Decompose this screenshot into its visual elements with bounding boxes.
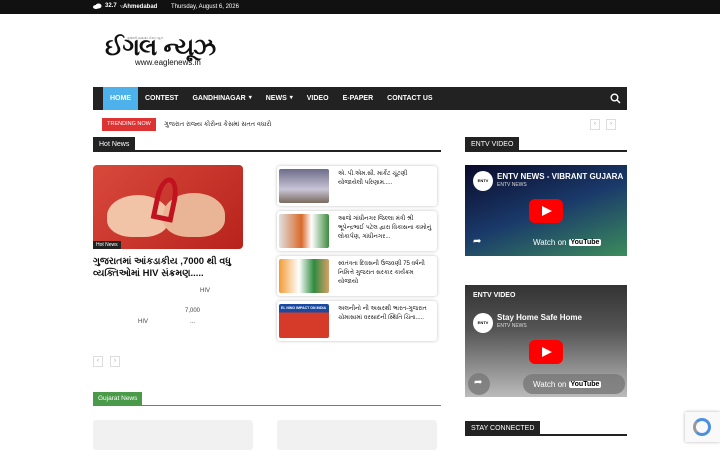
news-card[interactable]: EL NINO IMPACT ON INDIA અલનીનો ની અસરથી … bbox=[277, 301, 437, 341]
stay-connected-header: STAY CONNECTED bbox=[465, 421, 627, 436]
section-underline bbox=[93, 405, 441, 406]
video-channel: ENTV NEWS bbox=[497, 182, 527, 188]
nav-item-label: NEWS bbox=[265, 95, 287, 102]
hot-news-image[interactable] bbox=[93, 165, 243, 249]
news-card-title: સ્વતંત્રતા દિવસની ઉજવણી 75 વર્ષની નિમિત્… bbox=[338, 261, 425, 285]
nav-item-label: GANDHINAGAR bbox=[192, 95, 246, 102]
hot-news-header: Hot News bbox=[93, 137, 441, 152]
news-card[interactable]: એ. પી.એમ.સી. માર્કેટ ચૂંટણી યોજાયેલી પરિ… bbox=[277, 166, 437, 206]
weather-city: Ahmedabad bbox=[123, 4, 158, 10]
hot-news-excerpt: 7,000 bbox=[185, 308, 201, 314]
hot-news-next-button[interactable]: › bbox=[110, 356, 120, 367]
watch-on-label: Watch on bbox=[533, 380, 567, 389]
video-title: Stay Home Safe Home bbox=[497, 313, 582, 322]
trending-prev-button[interactable]: ‹ bbox=[590, 119, 600, 130]
article-placeholder bbox=[93, 420, 253, 450]
share-icon[interactable]: ➦ bbox=[473, 236, 487, 250]
youtube-logo-icon: YouTube bbox=[568, 381, 602, 388]
news-thumbnail bbox=[279, 214, 329, 248]
watch-on-youtube[interactable]: Watch on YouTube bbox=[533, 380, 602, 389]
channel-avatar: ENTV bbox=[473, 313, 493, 333]
nav-item-gandhinagar[interactable]: GANDHINAGAR ▾ bbox=[185, 87, 258, 110]
news-card-title: આજે ગાંધીનગર જિલ્લા મંત્રી શ્રી ભૂપેન્દ્… bbox=[338, 216, 432, 240]
watch-on-youtube[interactable]: Watch on YouTube bbox=[533, 238, 602, 247]
news-card[interactable]: આજે ગાંધીનગર જિલ્લા મંત્રી શ્રી ભૂપેન્દ્… bbox=[277, 211, 437, 251]
play-button[interactable] bbox=[529, 340, 563, 364]
nav-item-epaper[interactable]: E-PAPER bbox=[336, 87, 381, 110]
trending-badge: TRENDING NOW bbox=[102, 118, 156, 131]
news-thumbnail bbox=[279, 259, 329, 293]
gujarat-news-header: Gujarat News bbox=[93, 392, 143, 405]
video-title: ENTV NEWS - VIBRANT GUJARA bbox=[497, 172, 624, 181]
section-underline bbox=[93, 150, 441, 152]
logo-tagline: ગુજરાતી સમાચાર ઈગલ ન્યૂઝ bbox=[127, 36, 164, 40]
site-logo[interactable]: ગુજરાતી સમાચાર ઈગલ ન્યૂઝ ઈગલ ન્યૂઝ www.e… bbox=[105, 35, 250, 72]
hot-news-excerpt: ... bbox=[190, 319, 196, 325]
trending-headline[interactable]: ગુજરાત રાજ્ય કોરોના કેસમાં સતત વધારો bbox=[164, 121, 271, 129]
nav-item-news[interactable]: NEWS ▾ bbox=[259, 87, 300, 110]
video-channel: ENTV NEWS bbox=[497, 323, 527, 329]
category-badge[interactable]: Hot News bbox=[93, 241, 121, 249]
news-card[interactable]: સ્વતંત્રતા દિવસની ઉજવણી 75 વર્ષની નિમિત્… bbox=[277, 256, 437, 296]
news-thumbnail: EL NINO IMPACT ON INDIA bbox=[279, 304, 329, 338]
hot-news-title[interactable]: ગુજરાતમાં આંકડાકીય ,7000 થી વધુ વ્યક્તિઓ… bbox=[93, 256, 243, 280]
section-underline bbox=[465, 150, 627, 152]
nav-item-video[interactable]: VIDEO bbox=[300, 87, 336, 110]
article-placeholder bbox=[277, 420, 437, 450]
cloud-icon bbox=[93, 3, 102, 9]
top-bar: 32.7 °C Ahmedabad Thursday, August 6, 202… bbox=[0, 0, 720, 14]
news-card-title: અલનીનો ની અસરથી ભારત-ગુજરાત ચોમાસામાં વર… bbox=[338, 306, 427, 321]
channel-avatar: ENTV bbox=[473, 171, 493, 191]
video-player-1[interactable]: ENTV ENTV NEWS - VIBRANT GUJARA ENTV NEW… bbox=[465, 165, 627, 256]
hot-news-excerpt: HIV bbox=[138, 319, 149, 325]
hot-news-excerpt: HIV bbox=[200, 288, 211, 294]
youtube-logo-icon: YouTube bbox=[568, 239, 602, 246]
hot-news-prev-button[interactable]: ‹ bbox=[93, 356, 103, 367]
search-icon[interactable] bbox=[610, 93, 621, 104]
nav-item-contact[interactable]: CONTACT US bbox=[380, 87, 439, 110]
watch-on-label: Watch on bbox=[533, 238, 567, 247]
play-button[interactable] bbox=[529, 199, 563, 223]
news-thumbnail bbox=[279, 169, 329, 203]
recaptcha-icon bbox=[693, 418, 711, 436]
chevron-down-icon: ▾ bbox=[248, 95, 252, 101]
nav-item-contest[interactable]: CONTEST bbox=[138, 87, 185, 110]
video-player-2[interactable]: ENTV VIDEO ENTV Stay Home Safe Home ENTV… bbox=[465, 285, 627, 397]
news-card-title: એ. પી.એમ.સી. માર્કેટ ચૂંટણી યોજાયેલી પરિ… bbox=[338, 171, 408, 186]
share-icon[interactable]: ➦ bbox=[474, 377, 488, 391]
nav-item-home[interactable]: HOME bbox=[103, 87, 138, 110]
recaptcha-badge[interactable] bbox=[685, 412, 720, 442]
trending-next-button[interactable]: › bbox=[606, 119, 616, 130]
current-date: Thursday, August 6, 2026 bbox=[171, 4, 239, 10]
temperature: 32.7 bbox=[105, 3, 117, 9]
chevron-down-icon: ▾ bbox=[289, 95, 293, 101]
weather-widget: 32.7 °C bbox=[93, 3, 124, 9]
thumbnail-text: EL NINO IMPACT ON INDIA bbox=[281, 306, 326, 310]
video-label: ENTV VIDEO bbox=[473, 292, 516, 299]
entv-video-header: ENTV VIDEO bbox=[465, 137, 627, 152]
section-underline bbox=[465, 434, 627, 436]
main-nav: HOME CONTEST GANDHINAGAR ▾ NEWS ▾ VIDEO E-… bbox=[93, 87, 627, 110]
logo-url: www.eaglenews.in bbox=[135, 58, 201, 67]
